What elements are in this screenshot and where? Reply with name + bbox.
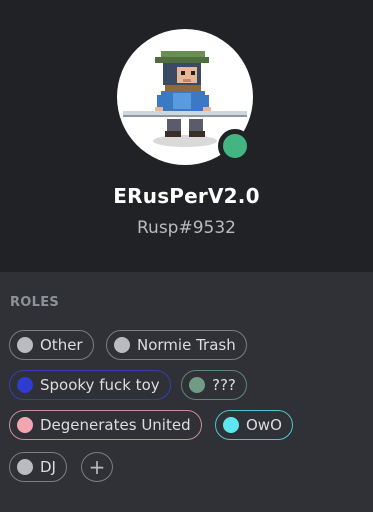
role-pill[interactable]: Spooky fuck toy	[9, 370, 171, 400]
role-pill[interactable]: DJ	[9, 452, 67, 482]
role-color-icon	[17, 417, 33, 433]
roles-header: ROLES	[10, 295, 60, 310]
role-pill[interactable]: OwO	[215, 410, 293, 440]
role-label: DJ	[40, 458, 56, 476]
role-label: ???	[212, 376, 236, 394]
online-status-icon	[218, 129, 252, 163]
role-color-icon	[17, 377, 33, 393]
role-pill[interactable]: Other	[9, 330, 94, 360]
role-pill[interactable]: Degenerates United	[9, 410, 202, 440]
role-label: OwO	[246, 416, 282, 434]
username: ERusPerV2.0	[113, 184, 260, 208]
avatar[interactable]	[117, 29, 253, 165]
add-role-button[interactable]: +	[81, 452, 113, 482]
plus-icon: +	[88, 455, 106, 479]
user-tag: Rusp#9532	[137, 218, 236, 238]
role-pill[interactable]: ???	[181, 370, 247, 400]
role-color-icon	[223, 417, 239, 433]
role-color-icon	[189, 377, 205, 393]
role-color-icon	[114, 337, 130, 353]
role-label: Other	[40, 336, 83, 354]
user-profile-popout: ERusPerV2.0 Rusp#9532 ROLES Other Normie…	[0, 0, 373, 512]
role-label: Normie Trash	[137, 336, 236, 354]
role-color-icon	[17, 337, 33, 353]
role-label: Spooky fuck toy	[40, 376, 160, 394]
role-label: Degenerates United	[40, 416, 191, 434]
role-pill[interactable]: Normie Trash	[106, 330, 247, 360]
profile-header: ERusPerV2.0 Rusp#9532	[0, 0, 373, 272]
role-color-icon	[17, 459, 33, 475]
